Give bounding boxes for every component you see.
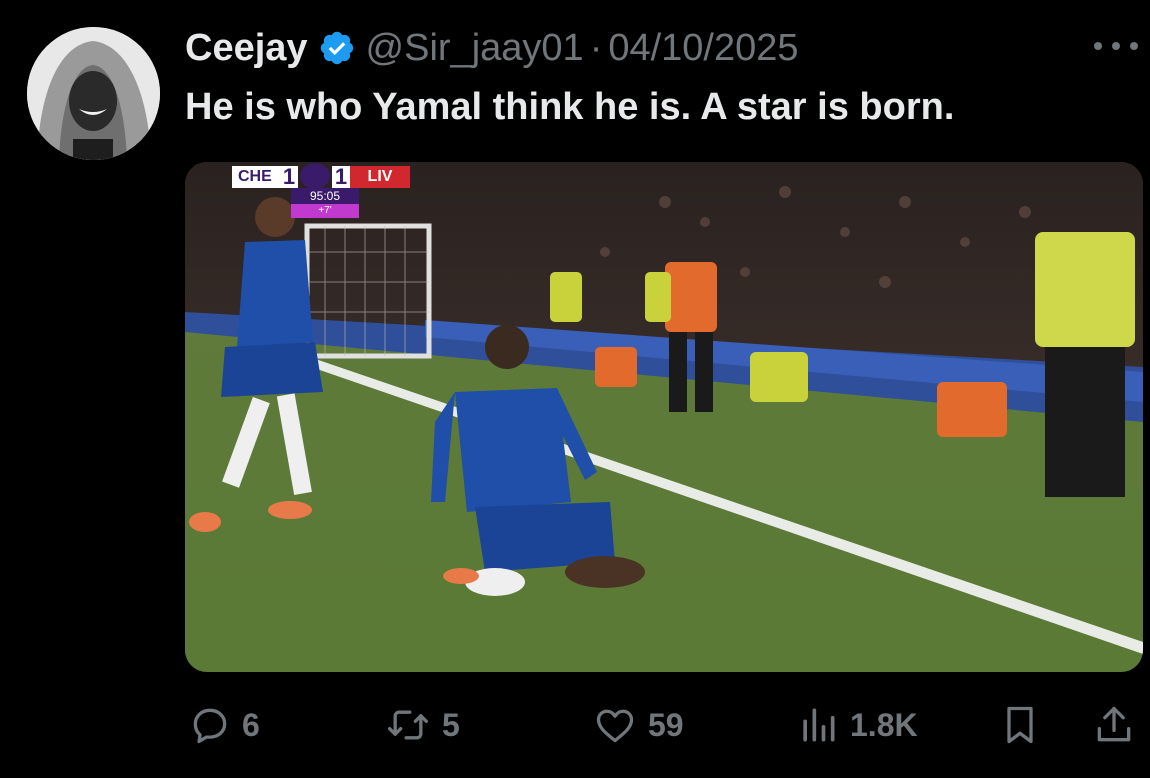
home-score: 1 [280,166,298,188]
tweet-actions: 6 5 59 1.8K [0,700,1150,750]
added-time: +7' [291,204,359,218]
bookmark-button[interactable] [998,700,1042,750]
verified-badge-icon [320,31,353,65]
more-dot [1130,42,1138,50]
tweet-text: He is who Yamal think he is. A star is b… [185,86,955,128]
separator-dot: · [589,26,603,69]
repost-icon [388,710,428,740]
author-handle[interactable]: @Sir_jaay01 [366,27,584,70]
author-name[interactable]: Ceejay [185,27,308,70]
tweet-header: Ceejay @Sir_jaay01 · 04/10/2025 [185,24,799,72]
scorebug: CHE 1 1 LIV [232,163,410,189]
bookmark-icon [1007,706,1033,744]
premier-league-logo [300,163,330,189]
away-score: 1 [332,166,350,188]
heart-icon [596,709,634,743]
tweet-media[interactable] [185,162,1143,672]
reply-button[interactable]: 6 [188,700,260,750]
like-count: 59 [648,706,684,743]
home-team: CHE [232,166,280,188]
match-photo [185,162,1143,672]
share-icon [1097,706,1131,742]
share-button[interactable] [1092,700,1136,750]
avatar-image [27,27,160,160]
repost-count: 5 [442,706,460,743]
tweet-date[interactable]: 04/10/2025 [608,27,798,70]
views-chart-icon [803,708,835,742]
away-team: LIV [350,166,410,188]
more-dot [1094,42,1102,50]
more-dot [1112,42,1120,50]
avatar[interactable] [27,27,160,160]
match-clock: 95:05 [291,188,359,204]
like-button[interactable]: 59 [592,700,684,750]
reply-icon [193,708,227,744]
repost-button[interactable]: 5 [384,700,460,750]
view-count: 1.8K [850,706,918,743]
reply-count: 6 [242,706,260,743]
views-button[interactable]: 1.8K [796,700,918,750]
more-options-icon[interactable] [1094,28,1138,64]
